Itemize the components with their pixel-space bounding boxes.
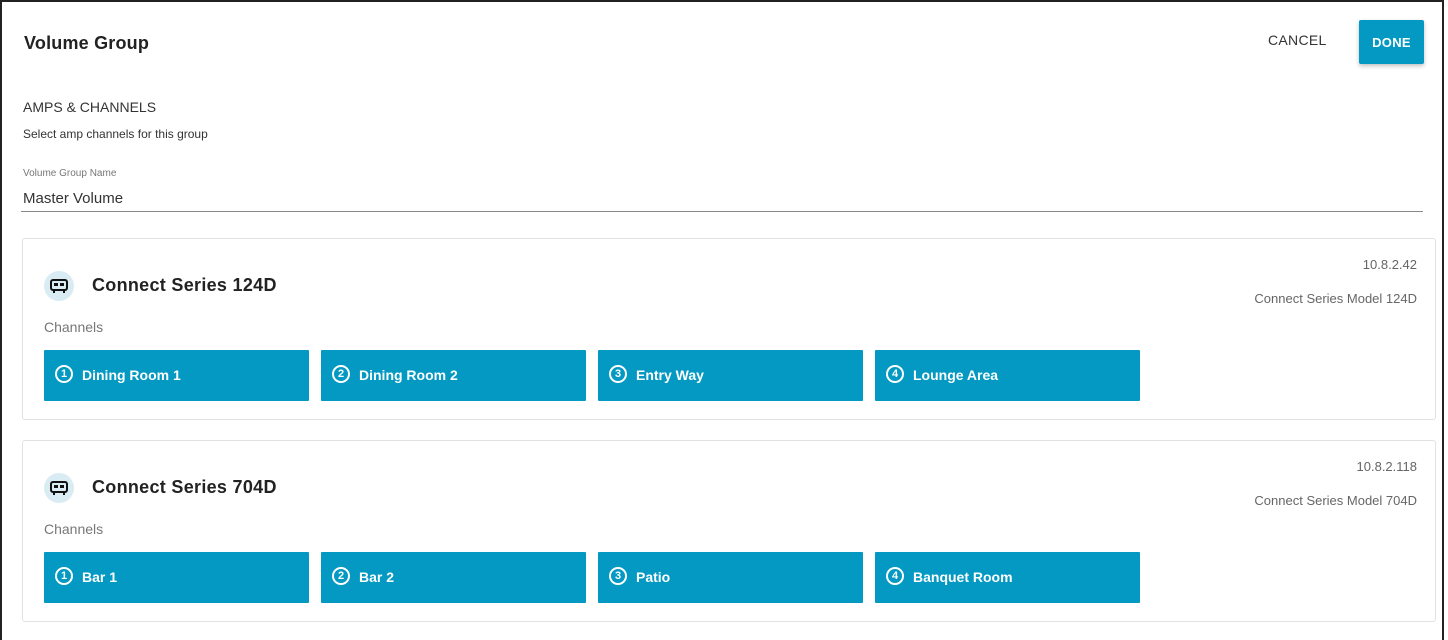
volume-group-name-label: Volume Group Name bbox=[23, 168, 117, 179]
channel-button[interactable]: 1 Dining Room 1 bbox=[44, 350, 309, 401]
channel-button[interactable]: 3 Entry Way bbox=[598, 350, 863, 401]
cancel-button[interactable]: CANCEL bbox=[1268, 32, 1327, 48]
amp-name: Connect Series 704D bbox=[92, 477, 277, 497]
channel-button[interactable]: 4 Lounge Area bbox=[875, 350, 1140, 401]
channel-name: Patio bbox=[636, 569, 671, 585]
channel-button[interactable]: 4 Banquet Room bbox=[875, 552, 1140, 603]
dialog-title: Volume Group bbox=[24, 33, 150, 53]
amp-model: Connect Series Model 124D bbox=[1254, 291, 1417, 306]
done-button[interactable]: DONE bbox=[1359, 20, 1424, 64]
section-subtitle: Select amp channels for this group bbox=[23, 127, 208, 141]
channel-number-badge: 1 bbox=[55, 567, 73, 585]
amp-card: Connect Series 704D 10.8.2.118 Connect S… bbox=[22, 440, 1436, 622]
channel-button[interactable]: 3 Patio bbox=[598, 552, 863, 603]
channel-number-badge: 4 bbox=[886, 365, 904, 383]
section-title: AMPS & CHANNELS bbox=[23, 99, 157, 115]
channel-name: Dining Room 2 bbox=[359, 367, 458, 383]
amp-model: Connect Series Model 704D bbox=[1254, 493, 1417, 508]
channel-name: Entry Way bbox=[636, 367, 704, 383]
channel-name: Bar 1 bbox=[82, 569, 118, 585]
channel-number-badge: 2 bbox=[332, 365, 350, 383]
channel-name: Bar 2 bbox=[359, 569, 395, 585]
channel-number-badge: 3 bbox=[609, 365, 627, 383]
amp-ip-address: 10.8.2.42 bbox=[1362, 257, 1417, 272]
channel-number-badge: 1 bbox=[55, 365, 73, 383]
channels-label: Channels bbox=[44, 319, 104, 335]
channel-button[interactable]: 1 Bar 1 bbox=[44, 552, 309, 603]
volume-group-name-input[interactable] bbox=[21, 186, 1423, 212]
dialog-header: Volume Group CANCEL DONE bbox=[2, 2, 1444, 82]
channel-name: Dining Room 1 bbox=[82, 367, 181, 383]
amp-name: Connect Series 124D bbox=[92, 275, 277, 295]
channel-name: Banquet Room bbox=[913, 569, 1013, 585]
channel-button[interactable]: 2 Bar 2 bbox=[321, 552, 586, 603]
channel-number-badge: 3 bbox=[609, 567, 627, 585]
amp-ip-address: 10.8.2.118 bbox=[1356, 459, 1417, 474]
channel-number-badge: 2 bbox=[332, 567, 350, 585]
amplifier-icon bbox=[44, 271, 74, 301]
channel-number-badge: 4 bbox=[886, 567, 904, 585]
channels-label: Channels bbox=[44, 521, 104, 537]
amplifier-icon bbox=[44, 473, 74, 503]
channel-button[interactable]: 2 Dining Room 2 bbox=[321, 350, 586, 401]
amp-card: Connect Series 124D 10.8.2.42 Connect Se… bbox=[22, 238, 1436, 420]
channel-name: Lounge Area bbox=[913, 367, 999, 383]
